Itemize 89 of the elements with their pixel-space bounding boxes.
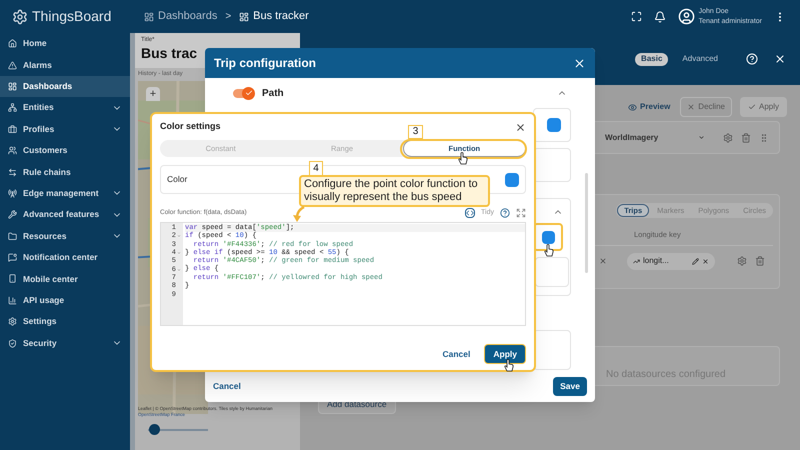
- antenna-icon: [8, 188, 17, 198]
- check-icon: [748, 103, 756, 111]
- sidebar-item[interactable]: Dashboards: [0, 76, 130, 98]
- app-name: ThingsBoard: [32, 7, 112, 26]
- logo-icon: [12, 8, 28, 24]
- apply-button[interactable]: Apply: [740, 97, 787, 117]
- sidebar-item[interactable]: Home: [0, 33, 130, 54]
- close-icon[interactable]: [573, 56, 586, 70]
- sidebar-item[interactable]: Settings: [0, 311, 130, 332]
- chip-close-icon[interactable]: [599, 257, 607, 265]
- mode-toggle[interactable]: Basic: [635, 52, 668, 66]
- color-swatch[interactable]: [547, 118, 561, 132]
- close-icon[interactable]: [515, 122, 526, 132]
- fullscreen-icon[interactable]: [630, 11, 642, 22]
- tools-icon: [8, 210, 17, 220]
- close-icon: [687, 103, 696, 111]
- sidebar-item[interactable]: API usage: [0, 290, 130, 312]
- folder-icon: [8, 232, 17, 241]
- people-icon: [8, 146, 17, 156]
- path-toggle[interactable]: [233, 88, 253, 98]
- eye-icon: [628, 102, 638, 112]
- code-editor[interactable]: [160, 222, 526, 326]
- sidebar-item[interactable]: Rule chains: [0, 161, 130, 183]
- house-icon: [8, 39, 17, 48]
- trash-icon[interactable]: [755, 256, 765, 266]
- remove-icon[interactable]: [702, 258, 709, 264]
- close-icon[interactable]: [774, 53, 786, 65]
- breadcrumb-separator: >: [225, 10, 232, 24]
- tutorial-callout: Configure the point color function to visually represent the bus speed: [299, 175, 490, 207]
- zoom-in-button[interactable]: +: [146, 87, 160, 101]
- color-swatch[interactable]: [542, 230, 554, 244]
- drag-handle-icon[interactable]: [759, 132, 769, 142]
- phone-icon: [8, 274, 17, 284]
- cancel-button[interactable]: Cancel: [442, 348, 470, 360]
- apply-button[interactable]: Apply: [484, 344, 526, 364]
- preview-button[interactable]: Preview: [628, 101, 670, 113]
- timeline-thumb[interactable]: [148, 424, 160, 435]
- dialog-title: Trip configuration: [214, 55, 316, 72]
- pointer-arrow: [292, 206, 306, 223]
- step-badge: 4: [309, 161, 323, 176]
- arrows-icon: [8, 168, 17, 177]
- grid-icon: [8, 82, 17, 91]
- settings-icon[interactable]: [723, 132, 733, 142]
- dropdown-icon: [698, 134, 705, 141]
- hand-cursor-icon: [458, 152, 468, 165]
- sidebar-item[interactable]: Mobile center: [0, 268, 130, 290]
- map-layer-select[interactable]: WorldImagery: [605, 128, 705, 148]
- dashboard-title: Bus trac: [141, 45, 198, 62]
- sidebar-item[interactable]: Notification center: [0, 246, 130, 268]
- cancel-button[interactable]: Cancel: [213, 380, 241, 392]
- bell-icon[interactable]: [654, 10, 666, 22]
- shield-icon: [8, 338, 17, 348]
- sidebar-item[interactable]: Resources: [0, 226, 130, 247]
- grid-icon: [239, 12, 250, 22]
- edit-icon[interactable]: [692, 258, 699, 264]
- scrollbar[interactable]: [585, 173, 588, 273]
- sidebar-item[interactable]: Entities: [0, 97, 130, 119]
- sidebar-item[interactable]: Edge management: [0, 182, 130, 204]
- briefcase-icon: [8, 124, 17, 134]
- sidebar-item[interactable]: Customers: [0, 140, 130, 162]
- timeline-slider[interactable]: [148, 424, 208, 435]
- sidebar-item[interactable]: Profiles: [0, 118, 130, 140]
- sidebar-item[interactable]: Security: [0, 332, 130, 354]
- warning-icon: [8, 60, 17, 70]
- hierarchy-icon: [8, 103, 17, 112]
- message-icon: [8, 253, 17, 262]
- key-chip[interactable]: longit...: [627, 252, 715, 270]
- trend-icon: [633, 258, 640, 264]
- sidebar-item[interactable]: Alarms: [0, 54, 130, 76]
- save-button[interactable]: Save: [553, 376, 587, 396]
- settings-icon[interactable]: [737, 256, 747, 266]
- sidebar-item[interactable]: Advanced features: [0, 204, 130, 226]
- help-icon[interactable]: [500, 208, 510, 218]
- settings-icon: [8, 317, 17, 326]
- grid-icon: [144, 12, 154, 22]
- trash-icon[interactable]: [741, 132, 751, 142]
- avatar-icon[interactable]: [678, 8, 695, 25]
- hand-cursor-icon: [544, 244, 554, 257]
- step-badge: 3: [408, 125, 423, 139]
- dialog-title: Color settings: [160, 120, 221, 134]
- path-label: Path: [262, 86, 284, 100]
- chart-icon: [8, 296, 17, 305]
- color-label: Color: [167, 173, 188, 186]
- check-icon: [244, 89, 252, 97]
- code-icon[interactable]: [465, 208, 476, 218]
- breadcrumb-link[interactable]: Dashboards: [144, 8, 218, 25]
- color-swatch[interactable]: [505, 172, 519, 186]
- breadcrumb-link[interactable]: Bus tracker: [239, 8, 309, 25]
- mode-toggle[interactable]: Advanced: [676, 52, 724, 66]
